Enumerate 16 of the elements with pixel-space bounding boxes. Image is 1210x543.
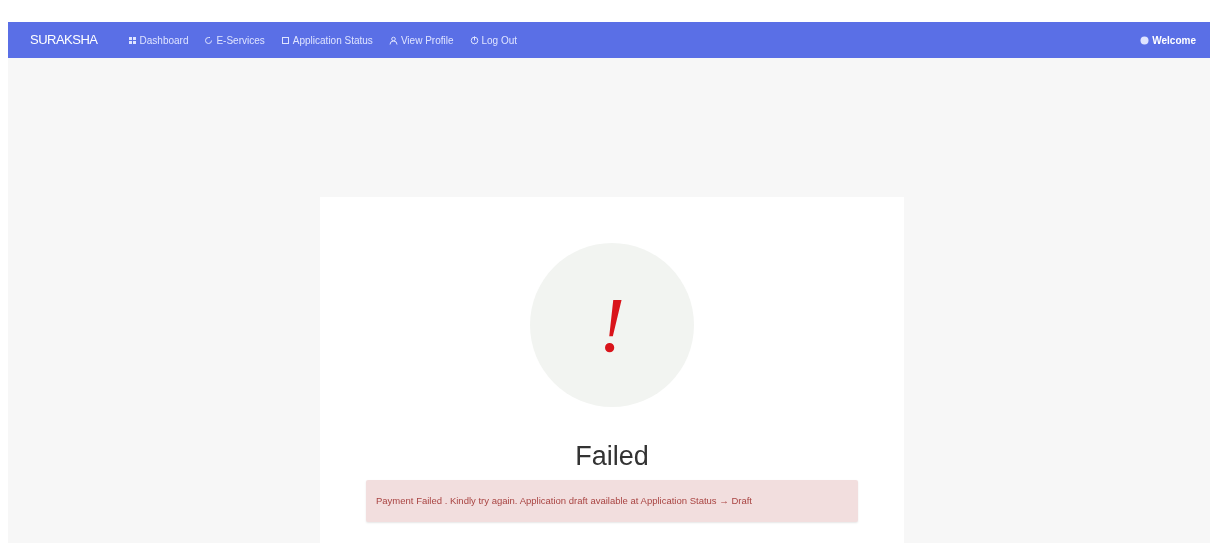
refresh-icon <box>204 35 214 45</box>
nav-link[interactable]: Dashboard <box>127 32 189 48</box>
exclamation-mark: ! <box>599 286 625 364</box>
user-menu[interactable]: Welcome <box>1140 32 1196 48</box>
brand-name[interactable]: SURAKSHA <box>30 30 98 50</box>
document-icon <box>280 35 290 45</box>
user-icon <box>1140 35 1150 45</box>
nav-link[interactable]: Application Status <box>280 32 373 48</box>
grid-icon <box>127 35 137 45</box>
power-icon <box>469 35 479 45</box>
person-icon <box>388 35 398 45</box>
nav-link[interactable]: E-Services <box>204 32 265 48</box>
error-message: Payment Failed . Kindly try again. Application draft available at Application Status → Draft <box>366 480 858 523</box>
status-title: Failed <box>574 443 650 470</box>
nav-link[interactable]: Log Out <box>469 32 518 48</box>
nav-link[interactable]: View Profile <box>388 32 454 48</box>
